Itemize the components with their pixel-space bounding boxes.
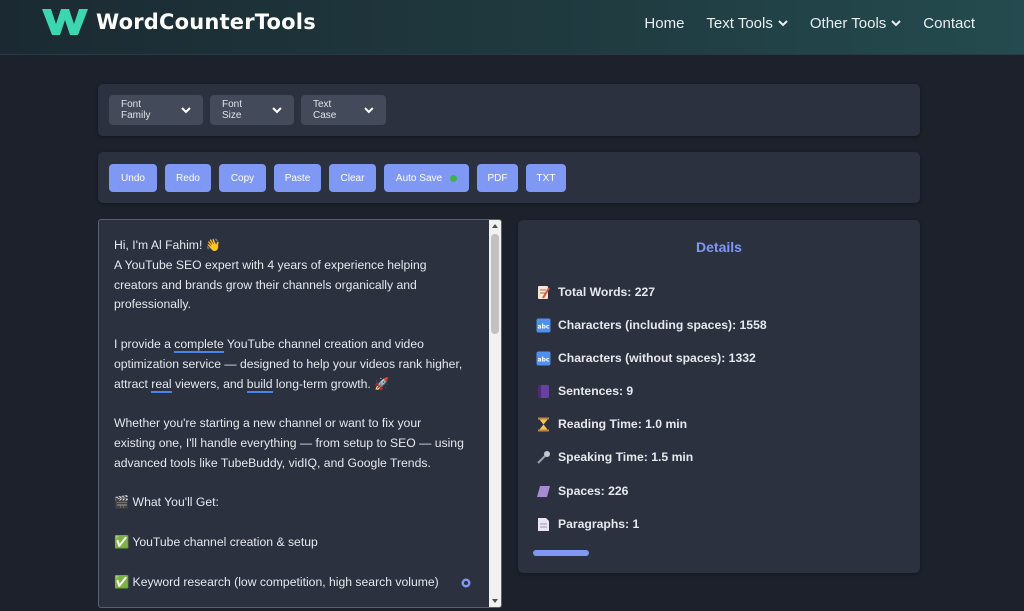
- nav-label: Contact: [923, 15, 975, 32]
- scroll-up-icon[interactable]: [491, 222, 499, 230]
- nav-label: Other Tools: [809, 15, 887, 32]
- grammar-check-icon[interactable]: [461, 578, 471, 588]
- scroll-down-icon[interactable]: [491, 597, 499, 605]
- editor-line: existing one, I'll handle everything — f…: [114, 435, 464, 450]
- redo-button[interactable]: Redo: [165, 164, 211, 192]
- undo-button[interactable]: Undo: [109, 164, 157, 192]
- stat-characters-without-spaces: abc Characters (without spaces): 1332: [536, 348, 756, 368]
- logo-icon[interactable]: [42, 9, 88, 35]
- font-size-dropdown[interactable]: Font Size: [210, 95, 294, 125]
- button-label: Auto Save: [395, 172, 443, 184]
- chevron-down-icon: [891, 20, 902, 27]
- stat-spaces: Spaces: 226: [536, 481, 628, 501]
- brand-name[interactable]: WordCounterTools: [96, 10, 316, 34]
- editor-line: advanced tools like TubeBuddy, vidIQ, an…: [114, 455, 431, 470]
- stat-label: Reading Time: 1.0 min: [558, 417, 688, 431]
- book-icon: [538, 384, 549, 398]
- dropdown-label: Font Size: [222, 99, 243, 121]
- stat-label: Spaces: 226: [558, 484, 629, 498]
- copy-button[interactable]: Copy: [219, 164, 266, 192]
- spelling-underline[interactable]: build: [246, 376, 273, 393]
- stat-label: Characters (including spaces): 1558: [558, 318, 767, 332]
- progress-bar: [533, 550, 905, 556]
- stat-label: Speaking Time: 1.5 min: [558, 450, 694, 464]
- site-header: WordCounterTools Home Text Tools Other T…: [0, 0, 1024, 55]
- hourglass-icon: [538, 417, 549, 431]
- details-panel: Details Total Words: 227 abc Characters …: [518, 220, 920, 573]
- abc-icon: abc: [536, 318, 551, 332]
- dropdown-label: Font Family: [121, 99, 151, 121]
- editor-line: ✅ YouTube channel creation & setup: [114, 534, 318, 549]
- editor-line: A YouTube SEO expert with 4 years of exp…: [114, 257, 427, 272]
- scrollbar-thumb[interactable]: [491, 234, 499, 334]
- autosave-status-dot: [450, 174, 458, 182]
- dropdown-label: Text Case: [313, 99, 337, 121]
- nav-home[interactable]: Home: [644, 15, 684, 32]
- abc-icon: abc: [536, 351, 551, 365]
- main-nav: Home Text Tools Other Tools Contact: [644, 15, 975, 32]
- stat-characters-with-spaces: abc Characters (including spaces): 1558: [536, 315, 767, 335]
- chevron-down-icon: [364, 106, 374, 113]
- nav-label: Home: [644, 15, 685, 32]
- pdf-button[interactable]: PDF: [477, 164, 518, 192]
- editor-line: ✅ Keyword research (low competition, hig…: [114, 574, 439, 589]
- stat-label: Paragraphs: 1: [558, 517, 640, 531]
- page-icon: [538, 517, 549, 531]
- svg-text:abc: abc: [538, 356, 550, 363]
- text-editor[interactable]: Hi, I'm Al Fahim! 👋 A YouTube SEO expert…: [98, 219, 502, 608]
- nav-text-tools[interactable]: Text Tools: [706, 15, 788, 32]
- editor-line: 🎬 What You'll Get:: [114, 495, 219, 510]
- stat-label: Sentences: 9: [558, 384, 634, 398]
- stat-label: Characters (without spaces): 1332: [558, 351, 756, 365]
- editor-line: Hi, I'm Al Fahim! 👋: [114, 238, 221, 252]
- font-family-dropdown[interactable]: Font Family: [109, 95, 203, 125]
- auto-save-button[interactable]: Auto Save: [384, 164, 469, 192]
- svg-text:abc: abc: [538, 323, 550, 330]
- nav-other-tools[interactable]: Other Tools: [809, 15, 902, 32]
- editor-line: Whether you're starting a new channel or…: [114, 416, 422, 431]
- editor-line: attract real viewers, and build long-ter…: [114, 376, 390, 393]
- text-case-dropdown[interactable]: Text Case: [301, 95, 386, 125]
- editor-line: I provide a complete YouTube channel cre…: [114, 336, 424, 353]
- action-toolbar: Undo Redo Copy Paste Clear Auto Save PDF…: [98, 152, 920, 203]
- stat-reading-time: Reading Time: 1.0 min: [536, 414, 687, 434]
- stat-label: Total Words: 227: [558, 285, 656, 299]
- chevron-down-icon: [272, 106, 282, 113]
- spelling-underline[interactable]: real: [151, 376, 172, 393]
- chevron-down-icon: [181, 106, 191, 113]
- nav-contact[interactable]: Contact: [923, 15, 975, 32]
- details-title: Details: [696, 239, 742, 255]
- stat-speaking-time: Speaking Time: 1.5 min: [536, 447, 693, 467]
- editor-line: creators and brands grow their channels …: [114, 277, 417, 292]
- memo-icon: [538, 285, 550, 299]
- stat-sentences: Sentences: 9: [536, 381, 633, 401]
- stat-paragraphs: Paragraphs: 1: [536, 514, 639, 534]
- spelling-underline[interactable]: complete: [174, 336, 224, 353]
- space-icon: [537, 485, 550, 497]
- editor-line: optimization service — designed to help …: [114, 356, 463, 371]
- editor-line: professionally.: [114, 297, 191, 312]
- progress-fill: [533, 550, 589, 556]
- clear-button[interactable]: Clear: [329, 164, 376, 192]
- editor-scrollbar[interactable]: [489, 220, 501, 607]
- editor-content[interactable]: Hi, I'm Al Fahim! 👋 A YouTube SEO expert…: [114, 236, 479, 592]
- paste-button[interactable]: Paste: [274, 164, 321, 192]
- txt-button[interactable]: TXT: [526, 164, 566, 192]
- chevron-down-icon: [778, 20, 788, 27]
- microphone-icon: [537, 450, 550, 464]
- nav-label: Text Tools: [706, 15, 773, 32]
- stat-total-words: Total Words: 227: [536, 282, 655, 302]
- font-toolbar: Font Family Font Size Text Case: [98, 84, 920, 136]
